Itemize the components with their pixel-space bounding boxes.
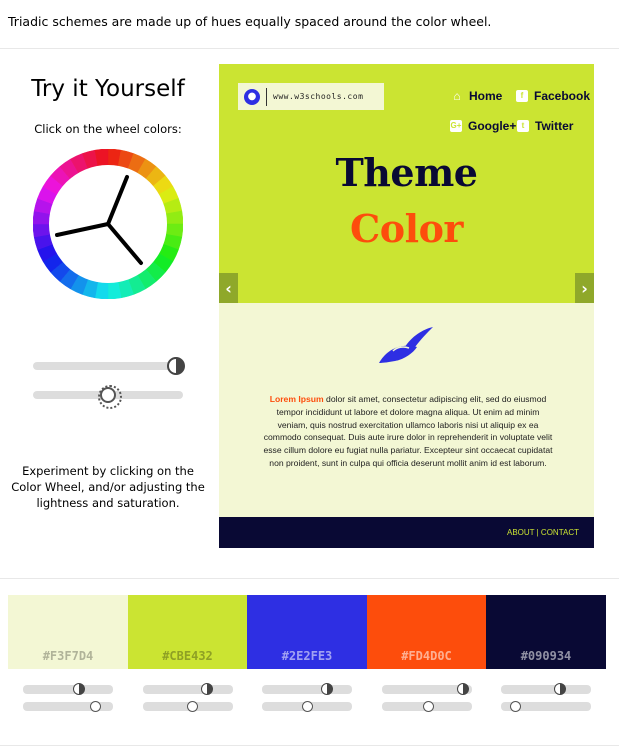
swatch-lightness-slider[interactable] xyxy=(142,685,233,694)
color-swatch[interactable]: #FD4D0C xyxy=(366,595,487,669)
swatch-hex-label: #2E2FE3 xyxy=(281,649,333,663)
lightness-slider[interactable] xyxy=(33,362,183,370)
nav-home[interactable]: ⌂ Home xyxy=(451,89,502,103)
nav-facebook-label: Facebook xyxy=(534,89,591,103)
swatch-hex-label: #CBE432 xyxy=(162,649,213,663)
swatch-hex-label: #090934 xyxy=(520,649,572,663)
nav-facebook[interactable]: f Facebook xyxy=(516,89,590,103)
color-wheel[interactable] xyxy=(33,149,183,299)
try-it-title: Try it Yourself xyxy=(31,76,185,102)
site-logo[interactable]: ● www.w3schools.com xyxy=(238,83,384,110)
divider-bottom xyxy=(0,745,619,746)
nav-home-label: Home xyxy=(469,89,503,103)
divider-top xyxy=(0,48,619,49)
bird-logo-icon xyxy=(379,327,433,363)
swatch-lightness-slider[interactable] xyxy=(262,685,352,694)
wheel-instruction: Click on the wheel colors: xyxy=(34,122,182,136)
color-swatch[interactable]: #090934 xyxy=(486,595,606,669)
contrast-icon[interactable] xyxy=(72,683,85,695)
brightness-icon[interactable] xyxy=(98,385,122,409)
swatch-hex-label: #F3F7D4 xyxy=(42,649,94,663)
contrast-icon[interactable] xyxy=(166,357,185,375)
intro-text: Triadic schemes are made up of hues equa… xyxy=(8,14,492,29)
color-swatch[interactable]: #CBE432 xyxy=(127,595,248,669)
nav-google-plus[interactable]: G+ Google+ xyxy=(450,119,516,133)
color-swatch[interactable]: #2E2FE3 xyxy=(247,595,367,669)
nav-twitter[interactable]: t Twitter xyxy=(517,119,573,133)
logo-separator xyxy=(266,87,267,106)
brightness-icon[interactable] xyxy=(89,701,101,712)
facebook-icon: f xyxy=(516,90,528,102)
brightness-icon[interactable] xyxy=(301,701,313,712)
color-swatch[interactable]: #F3F7D4 xyxy=(8,595,128,669)
swatch-hex-label: #FD4D0C xyxy=(401,649,452,663)
next-arrow-button[interactable]: › xyxy=(575,273,594,305)
twitter-icon: t xyxy=(517,120,529,132)
preview-heading-theme: Theme xyxy=(335,150,478,195)
home-icon: ⌂ xyxy=(453,89,461,103)
globe-icon: ● xyxy=(244,88,260,105)
theme-preview: ● www.w3schools.com ⌂ Home f Facebook G+… xyxy=(219,64,594,548)
brightness-icon[interactable] xyxy=(422,701,434,712)
footer-links[interactable]: ABOUT | CONTACT xyxy=(507,528,579,537)
preview-lorem-text: Lorem Ipsum dolor sit amet, consectetur … xyxy=(263,393,553,470)
nav-google-plus-label: Google+ xyxy=(468,119,517,133)
preview-footer: ABOUT | CONTACT xyxy=(219,517,594,548)
divider-middle xyxy=(0,578,619,579)
swatch-lightness-slider[interactable] xyxy=(23,685,113,694)
contrast-icon[interactable] xyxy=(553,683,566,695)
nav-twitter-label: Twitter xyxy=(535,119,574,133)
swatch-lightness-slider[interactable] xyxy=(501,685,591,694)
lorem-bold: Lorem Ipsum xyxy=(269,394,324,404)
preview-heading-color: Color xyxy=(350,206,463,251)
logo-text: www.w3schools.com xyxy=(273,92,364,101)
brightness-icon[interactable] xyxy=(509,701,521,712)
contrast-icon[interactable] xyxy=(456,683,469,695)
preview-header: ● www.w3schools.com ⌂ Home f Facebook G+… xyxy=(219,64,594,305)
google-plus-icon: G+ xyxy=(450,120,462,132)
prev-arrow-button[interactable]: ‹ xyxy=(219,273,238,305)
experiment-text: Experiment by clicking on the Color Whee… xyxy=(11,464,205,510)
contrast-icon[interactable] xyxy=(320,683,333,695)
lorem-body: dolor sit amet, consectetur adipiscing e… xyxy=(263,394,553,468)
brightness-icon[interactable] xyxy=(186,701,198,712)
